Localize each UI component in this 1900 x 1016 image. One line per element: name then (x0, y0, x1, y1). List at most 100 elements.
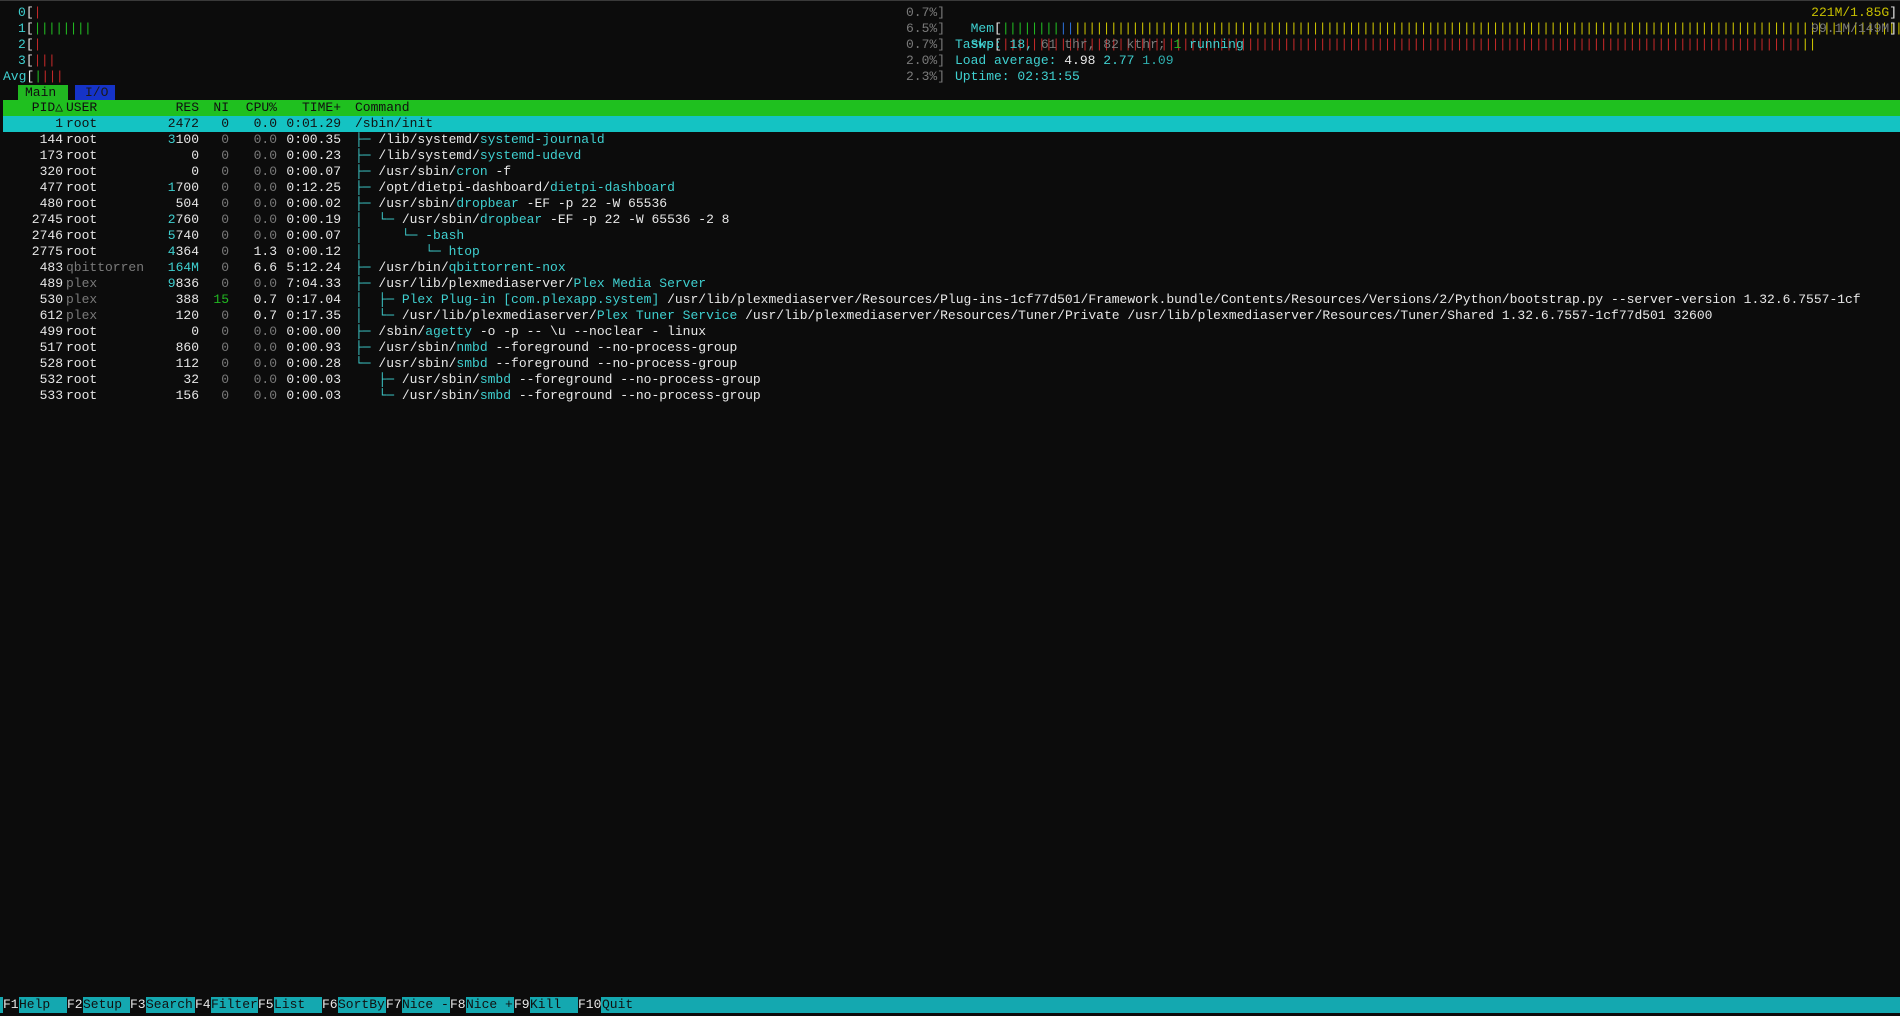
process-user: root (66, 148, 98, 163)
process-row[interactable]: 2775 root 4364 0 1.3 0:00.12 │ └─ htop (3, 244, 1900, 260)
process-time: 0:00.35 (286, 132, 341, 147)
process-user: root (66, 116, 98, 131)
fkey-label-f7[interactable]: Nice - (402, 997, 449, 1013)
fkey-f8[interactable]: F8 (450, 997, 466, 1013)
process-user: root (66, 244, 98, 259)
column-time[interactable]: TIME+ (285, 100, 341, 116)
column-user[interactable]: USER (66, 100, 97, 116)
process-row[interactable]: 1 root 2472 0 0.0 0:01.29/sbin/init (3, 116, 1900, 132)
process-res: 0 (191, 148, 199, 163)
tab-io[interactable]: I/O (75, 85, 115, 100)
process-table-header[interactable]: PID△ USER RES NI CPU% TIME+ Command (3, 100, 1900, 116)
process-row[interactable]: 2746 root 5740 0 0.0 0:00.07 │ └─ -bash (3, 228, 1900, 244)
column-cpu[interactable]: CPU% (237, 100, 277, 116)
process-user: root (66, 164, 98, 179)
process-command: └─ /usr/sbin/smbd --foreground --no-proc… (355, 356, 737, 372)
process-ni: 0 (221, 260, 229, 275)
process-row[interactable]: 480 root 504 0 0.0 0:00.02 ├─ /usr/sbin/dropbe… (3, 196, 1900, 212)
process-time: 0:00.03 (286, 372, 341, 387)
process-row[interactable]: 144 root 3100 0 0.0 0:00.35 ├─ /lib/systemd/sy… (3, 132, 1900, 148)
fkey-label-f9[interactable]: Kill (530, 997, 561, 1013)
process-ni: 0 (221, 308, 229, 323)
fkey-f9[interactable]: F9 (514, 997, 530, 1013)
process-row[interactable]: 173 root 0 0 0.0 0:00.23 ├─ /lib/systemd/syste… (3, 148, 1900, 164)
fkey-f7[interactable]: F7 (386, 997, 402, 1013)
process-command: │ └─ htop (355, 244, 480, 260)
process-user: root (66, 324, 98, 339)
process-user: root (66, 212, 98, 227)
process-pid: 530 (39, 292, 63, 307)
process-row[interactable]: 483 qbittorren 164M 0 6.6 5:12.24 ├─ /usr/bin/… (3, 260, 1900, 276)
column-command[interactable]: Command (355, 100, 410, 116)
fkey-label-f8[interactable]: Nice + (466, 997, 513, 1013)
process-command-args: -f (487, 164, 512, 179)
column-res[interactable]: RES (143, 100, 199, 116)
process-row[interactable]: 517 root 860 0 0.0 0:00.93 ├─ /usr/sbin/nmbd -… (3, 340, 1900, 356)
process-cpu: 0.0 (253, 212, 277, 227)
process-time: 0:12.25 (286, 180, 341, 195)
fkey-label-f5[interactable]: List (274, 997, 305, 1013)
swp-value: 99.1M/149M (1811, 21, 1890, 36)
cpu-meter-label: 3 (18, 53, 26, 68)
fkey-label-f3[interactable]: Search (146, 997, 193, 1013)
process-user: root (66, 228, 98, 243)
process-command-name: systemd-journald (479, 132, 605, 147)
process-row[interactable]: 2745 root 2760 0 0.0 0:00.19 │ └─ /usr/sbin/dr… (3, 212, 1900, 228)
process-command-name: systemd-udevd (479, 148, 582, 163)
process-row[interactable]: 530 plex 388 15 0.7 0:17.04 │ ├─ Plex Plug-in … (3, 292, 1900, 308)
fkey-f10[interactable]: F10 (578, 997, 602, 1013)
process-row[interactable]: 532 root 32 0 0.0 0:00.03 ├─ /usr/sbin/smbd -… (3, 372, 1900, 388)
column-ni[interactable]: NI (205, 100, 229, 116)
process-ni: 0 (221, 276, 229, 291)
process-row[interactable]: 499 root 0 0 0.0 0:00.00 ├─ /sbin/agetty -o -p… (3, 324, 1900, 340)
process-cpu: 0.0 (253, 180, 277, 195)
process-user: plex (66, 276, 98, 291)
column-pid[interactable]: PID△ (3, 100, 63, 116)
process-command: └─ /usr/sbin/smbd --foreground --no-proc… (355, 388, 760, 404)
process-user: root (66, 340, 98, 355)
process-tree-branch: ├─ (355, 196, 379, 211)
process-command-dir: /sbin/ (378, 324, 426, 339)
process-row[interactable]: 528 root 112 0 0.0 0:00.28 └─ /usr/sbin/smbd -… (3, 356, 1900, 372)
process-command-name: agetty (425, 324, 473, 339)
process-command: ├─ /usr/bin/qbittorrent-nox (355, 260, 566, 276)
tasks-meter: Tasks: 18, 61 thr, 82 kthr; 1 running (955, 37, 1244, 52)
process-row[interactable]: 320 root 0 0 0.0 0:00.07 ├─ /usr/sbin/cron -f (3, 164, 1900, 180)
process-pid: 499 (39, 324, 63, 339)
process-row[interactable]: 533 root 156 0 0.0 0:00.03 └─ /usr/sbin/smbd … (3, 388, 1900, 404)
tab-main[interactable]: Main (18, 85, 68, 100)
process-command-dir: /usr/sbin/ (378, 356, 457, 371)
process-time: 0:00.02 (286, 196, 341, 211)
fkey-f3[interactable]: F3 (130, 997, 146, 1013)
fkey-label-f1[interactable]: Help (19, 997, 50, 1013)
process-command: ├─ /usr/lib/plexmediaserver/Plex Media S… (355, 276, 706, 292)
fkey-f2[interactable]: F2 (67, 997, 83, 1013)
process-command-name: Plex Tuner Service (596, 308, 738, 323)
fkey-f1[interactable]: F1 (3, 997, 19, 1013)
process-user: plex (66, 308, 98, 323)
process-res: 164M (167, 260, 199, 275)
process-row[interactable]: 489 plex 9836 0 0.0 7:04.33 ├─ /usr/lib/plexme… (3, 276, 1900, 292)
fkey-label-f4[interactable]: Filter (211, 997, 258, 1013)
process-cpu: 0.0 (253, 164, 277, 179)
process-command-name: dropbear (456, 196, 519, 211)
process-command-name: -bash (425, 228, 465, 243)
cpu-meter-label: 0 (18, 5, 26, 20)
fkey-f4[interactable]: F4 (195, 997, 211, 1013)
fkey-f5[interactable]: F5 (258, 997, 274, 1013)
cpu-meter-label: 2 (18, 37, 26, 52)
fkey-label-f10[interactable]: Quit (602, 997, 633, 1013)
cpu-meter-label: Avg (3, 69, 27, 84)
process-cpu: 1.3 (253, 244, 277, 259)
process-time: 0:01.29 (286, 116, 341, 131)
process-pid: 144 (39, 132, 63, 147)
process-tree-branch: │ └─ (355, 308, 402, 323)
process-row[interactable]: 477 root 1700 0 0.0 0:12.25 ├─ /opt/dietpi-das… (3, 180, 1900, 196)
fkey-label-f2[interactable]: Setup (83, 997, 122, 1013)
fkey-label-f6[interactable]: SortBy (338, 997, 385, 1013)
process-row[interactable]: 612 plex 120 0 0.7 0:17.35 │ └─ /usr/lib/plexm… (3, 308, 1900, 324)
process-command-name: dropbear (479, 212, 543, 227)
fkey-f6[interactable]: F6 (322, 997, 338, 1013)
process-cpu: 0.0 (253, 324, 277, 339)
process-time: 0:00.07 (286, 228, 341, 243)
